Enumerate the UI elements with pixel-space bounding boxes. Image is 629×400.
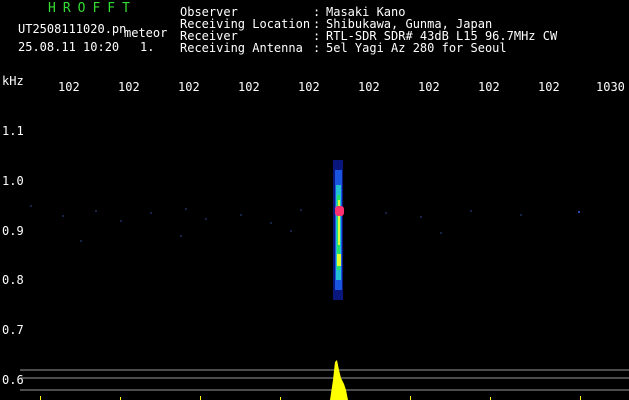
spectrum-profile — [40, 360, 581, 400]
reference-lines — [20, 369, 629, 391]
noise-dots — [30, 205, 580, 242]
spectrogram-plot — [0, 95, 629, 400]
meteor-echo — [333, 160, 344, 300]
